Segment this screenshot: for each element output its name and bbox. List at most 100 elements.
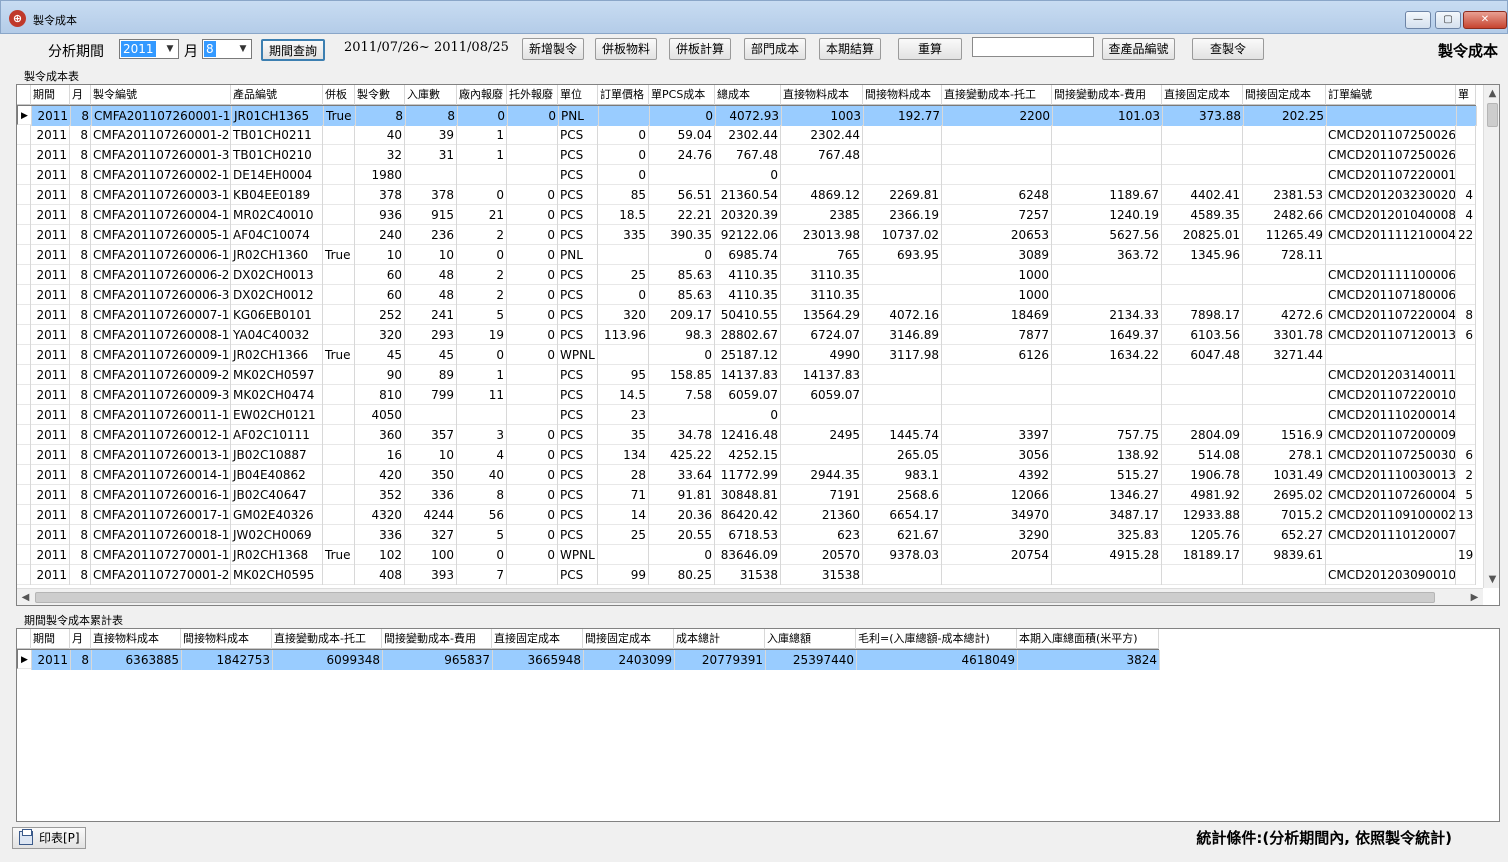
dept-cost-button[interactable]: 部門成本 [744, 38, 806, 60]
table-cell[interactable]: 3290 [942, 525, 1052, 545]
table-cell[interactable]: 0 [649, 245, 715, 265]
table-cell[interactable] [863, 125, 942, 145]
table-cell[interactable] [1052, 145, 1162, 165]
table-cell[interactable] [863, 405, 942, 425]
close-button[interactable]: ✕ [1463, 11, 1507, 29]
table-cell[interactable]: 25187.12 [715, 345, 781, 365]
table-cell[interactable]: 89 [405, 365, 457, 385]
table-cell[interactable]: 4110.35 [715, 265, 781, 285]
table-cell[interactable]: 8 [70, 345, 91, 365]
table-cell[interactable] [863, 265, 942, 285]
row-marker[interactable] [17, 305, 31, 325]
table-cell[interactable]: 6059.07 [781, 385, 863, 405]
table-cell[interactable]: CMCD201107220010 [1326, 385, 1456, 405]
table-cell[interactable]: 50410.55 [715, 305, 781, 325]
table-cell[interactable] [1456, 405, 1476, 425]
table-cell[interactable]: MK02CH0595 [231, 565, 323, 585]
table-cell[interactable]: CMFA201107260007-1 [91, 305, 231, 325]
table-cell[interactable]: CMFA201107260006-2 [91, 265, 231, 285]
table-cell[interactable]: 320 [598, 305, 649, 325]
table-cell[interactable]: 138.92 [1052, 445, 1162, 465]
table-cell[interactable]: 8 [70, 245, 91, 265]
table-cell[interactable] [323, 485, 355, 505]
table-cell[interactable]: 0 [507, 245, 558, 265]
table-cell[interactable]: 202.25 [1244, 106, 1327, 126]
table-cell[interactable] [1457, 106, 1477, 126]
table-cell[interactable]: 0 [507, 345, 558, 365]
table-cell[interactable] [1243, 265, 1326, 285]
table-cell[interactable]: 9839.61 [1243, 545, 1326, 565]
table-cell[interactable]: 2011 [31, 225, 70, 245]
table-cell[interactable]: PCS [558, 385, 598, 405]
table-cell[interactable]: 1000 [942, 265, 1052, 285]
table-cell[interactable]: CMCD201107220001 [1326, 165, 1456, 185]
table-cell[interactable] [942, 405, 1052, 425]
minimize-button[interactable]: — [1405, 11, 1431, 29]
table-cell[interactable]: 0 [507, 285, 558, 305]
table-cell[interactable]: CMCD201111210004 [1326, 225, 1456, 245]
table-cell[interactable]: 8 [70, 425, 91, 445]
table-cell[interactable]: 8 [356, 106, 406, 126]
table-cell[interactable]: 363.72 [1052, 245, 1162, 265]
table-cell[interactable]: CMFA201107260001-1 [92, 106, 232, 126]
table-cell[interactable]: CMFA201107260013-1 [91, 445, 231, 465]
table-cell[interactable] [507, 125, 558, 145]
table-cell[interactable] [323, 505, 355, 525]
table-cell[interactable]: 80.25 [649, 565, 715, 585]
column-header[interactable]: 間接變動成本-費用 [1052, 85, 1162, 105]
table-cell[interactable]: 8 [70, 205, 91, 225]
row-marker[interactable] [17, 405, 31, 425]
table-cell[interactable]: CMFA201107260009-3 [91, 385, 231, 405]
table-cell[interactable]: 3824 [1018, 650, 1160, 670]
table-cell[interactable]: 85.63 [649, 265, 715, 285]
table-cell[interactable]: 71 [598, 485, 649, 505]
table-cell[interactable]: 2134.33 [1052, 305, 1162, 325]
table-cell[interactable]: 1445.74 [863, 425, 942, 445]
table-cell[interactable] [323, 465, 355, 485]
table-cell[interactable]: 28 [598, 465, 649, 485]
table-cell[interactable]: 2011 [31, 485, 70, 505]
table-row[interactable]: 2011 8 CMFA201107260001-2 TB01CH0211 40 39 1 PC… [17, 125, 1476, 145]
column-header[interactable]: 併板 [323, 85, 355, 105]
table-cell[interactable] [323, 165, 355, 185]
table-cell[interactable]: 2011 [31, 325, 70, 345]
table-cell[interactable] [1326, 245, 1456, 265]
table-cell[interactable]: 4050 [355, 405, 405, 425]
table-cell[interactable]: 33.64 [649, 465, 715, 485]
table-cell[interactable] [649, 405, 715, 425]
table-cell[interactable]: 5 [457, 525, 507, 545]
table-cell[interactable]: 0 [507, 445, 558, 465]
table-row[interactable]: 2011 8 CMFA201107260007-1 KG06EB0101 252 241 5… [17, 305, 1476, 325]
table-cell[interactable]: 336 [355, 525, 405, 545]
table-cell[interactable] [1052, 385, 1162, 405]
table-cell[interactable]: 100 [405, 545, 457, 565]
table-cell[interactable]: GM02E40326 [231, 505, 323, 525]
summary-table[interactable]: 期間月直接物料成本 間接物料成本 直接變動成本-托工 間接變動成本-費用 直接固定成本間… [16, 628, 1500, 822]
table-cell[interactable]: 2403099 [584, 650, 675, 670]
row-marker[interactable] [17, 165, 31, 185]
table-cell[interactable]: 6363885 [92, 650, 182, 670]
table-cell[interactable]: CMFA201107260018-1 [91, 525, 231, 545]
table-cell[interactable]: 2804.09 [1162, 425, 1243, 445]
table-cell[interactable]: 3487.17 [1052, 505, 1162, 525]
table-cell[interactable] [323, 185, 355, 205]
table-cell[interactable]: 8 [70, 365, 91, 385]
scroll-thumb[interactable] [1487, 103, 1498, 127]
table-cell[interactable]: 327 [405, 525, 457, 545]
table-cell[interactable]: 0 [458, 106, 508, 126]
table-cell[interactable]: 241 [405, 305, 457, 325]
table-cell[interactable]: 0 [715, 165, 781, 185]
table-cell[interactable]: 14.5 [598, 385, 649, 405]
column-header[interactable]: 間接變動成本-費用 [382, 629, 492, 649]
table-cell[interactable]: 420 [355, 465, 405, 485]
column-header[interactable]: 期間 [31, 85, 70, 105]
table-cell[interactable]: CMFA201107270001-2 [91, 565, 231, 585]
table-cell[interactable]: 10737.02 [863, 225, 942, 245]
table-cell[interactable]: JB04E40862 [231, 465, 323, 485]
table-cell[interactable]: 621.67 [863, 525, 942, 545]
table-cell[interactable]: 252 [355, 305, 405, 325]
column-header[interactable]: 訂單價格 [598, 85, 649, 105]
table-cell[interactable]: 514.08 [1162, 445, 1243, 465]
table-cell[interactable]: 357 [405, 425, 457, 445]
product-search-button[interactable]: 查產品編號 [1102, 38, 1175, 60]
